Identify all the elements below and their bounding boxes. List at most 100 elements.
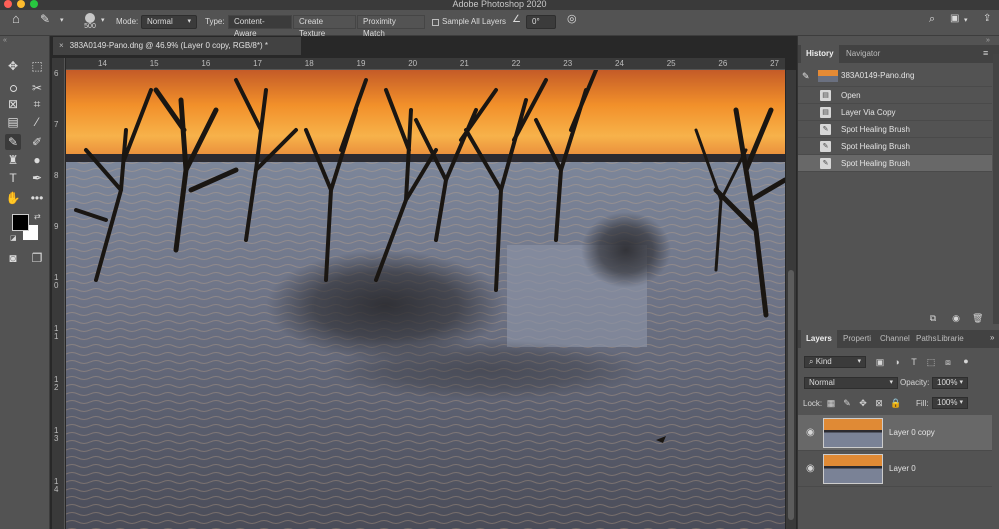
filter-pixel-icon[interactable]: ▣ xyxy=(875,357,885,367)
panel-menu-icon[interactable]: ≡ xyxy=(983,48,988,58)
mode-select[interactable]: Normal ▾ xyxy=(141,15,197,29)
canvas-image[interactable] xyxy=(66,70,785,529)
vertical-scrollbar-thumb[interactable] xyxy=(788,270,794,520)
layer-filter-select[interactable]: ⌕ Kind ▾ xyxy=(804,356,866,368)
filter-shape-icon[interactable]: ⬚ xyxy=(926,357,936,367)
ruler-tick-label: 1 0 xyxy=(54,273,59,290)
default-colors-icon[interactable]: ◪ xyxy=(10,234,17,242)
history-step-current[interactable]: ✎ Spot Healing Brush xyxy=(798,155,992,172)
lock-label: Lock: xyxy=(803,399,823,408)
type-tool-icon[interactable]: T xyxy=(5,170,21,186)
fill-input[interactable]: 100% ▾ xyxy=(932,397,968,409)
search-icon: ⌕ xyxy=(809,357,816,366)
pressure-icon[interactable]: ◎ xyxy=(567,14,577,25)
blend-mode-select[interactable]: Normal ▾ xyxy=(804,377,898,389)
history-step[interactable]: ▤ Layer Via Copy xyxy=(798,104,992,121)
angle-input[interactable]: 0° xyxy=(526,15,556,29)
panel-menu-icon[interactable]: » xyxy=(990,333,994,342)
lock-all-icon[interactable]: 🔒 xyxy=(890,398,901,408)
tab-navigator[interactable]: Navigator xyxy=(841,45,885,63)
title-bar: Adobe Photoshop 2020 xyxy=(0,0,999,10)
more-tools-icon[interactable]: ••• xyxy=(29,190,45,206)
brush-preset-picker[interactable]: 500 xyxy=(80,12,100,36)
angle-icon: ∠ xyxy=(512,14,521,25)
ruler-tick-label: 21 xyxy=(459,59,469,68)
chevron-down-icon[interactable]: ▾ xyxy=(964,16,968,26)
dodge-tool-icon[interactable]: ● xyxy=(29,152,45,168)
home-icon[interactable]: ⌂ xyxy=(12,12,20,25)
history-step[interactable]: ✎ Spot Healing Brush xyxy=(798,121,992,138)
crop-tool-icon[interactable]: ⌗ xyxy=(29,96,45,112)
filter-toggle-icon[interactable]: ● xyxy=(961,356,971,366)
filter-adjustment-icon[interactable]: ◑ xyxy=(892,357,902,367)
sample-all-layers-checkbox[interactable] xyxy=(432,19,439,26)
marquee-tool-icon[interactable]: ⬚ xyxy=(29,58,45,74)
mode-select-value: Normal xyxy=(147,17,173,26)
lasso-tool-icon[interactable]: ഠ xyxy=(5,80,21,96)
workspace-icon[interactable]: ▣ xyxy=(950,14,959,24)
tab-libraries[interactable]: Librarie xyxy=(932,330,969,348)
history-step[interactable]: ✎ Spot Healing Brush xyxy=(798,138,992,155)
create-texture-button[interactable]: Create Texture xyxy=(293,15,356,38)
history-step[interactable]: ▤ Open xyxy=(798,87,992,104)
layer-row[interactable]: ◉ Layer 0 xyxy=(798,451,992,487)
close-window-button[interactable] xyxy=(4,0,12,8)
eye-icon[interactable]: ◉ xyxy=(806,427,815,438)
eyedropper-tool-icon[interactable]: ⁄ xyxy=(29,114,45,130)
layer-row[interactable]: ◉ Layer 0 copy xyxy=(798,415,992,451)
new-document-from-state-icon[interactable]: ⧉ xyxy=(928,313,938,323)
spot-healing-brush-icon[interactable]: ✎ xyxy=(40,13,50,25)
tab-history[interactable]: History xyxy=(801,45,839,63)
snapshot-thumbnail xyxy=(818,70,838,82)
brush-source-icon[interactable]: ✎ xyxy=(802,68,810,85)
search-icon[interactable]: ⌕ xyxy=(929,14,935,25)
tab-channels[interactable]: Channel xyxy=(875,330,915,348)
ruler-tick-label: 1 1 xyxy=(54,324,59,341)
canvas-artwork xyxy=(66,70,785,529)
document-icon: ▤ xyxy=(820,107,831,118)
document-tab[interactable]: × 383A0149-Pano.dng @ 46.9% (Layer 0 copy… xyxy=(53,37,301,55)
content-aware-button[interactable]: Content-Aware xyxy=(228,15,292,38)
swap-colors-icon[interactable]: ⇄ xyxy=(34,212,41,221)
share-icon[interactable]: ⇪ xyxy=(983,14,991,24)
snapshot-label: 383A0149-Pano.dng xyxy=(841,71,915,80)
tab-layers[interactable]: Layers xyxy=(801,330,837,348)
chevron-down-icon: ▾ xyxy=(187,18,191,25)
collapse-icon[interactable]: » xyxy=(986,37,990,44)
quick-selection-tool-icon[interactable]: ✂ xyxy=(29,80,45,96)
history-snapshot[interactable]: ✎ 383A0149-Pano.dng xyxy=(798,67,992,87)
chevron-down-icon[interactable]: ▾ xyxy=(101,16,105,26)
opacity-input[interactable]: 100% ▾ xyxy=(932,377,968,389)
lock-pixels-icon[interactable]: ✎ xyxy=(842,398,852,408)
chevron-down-icon[interactable]: ▾ xyxy=(60,16,64,26)
brush-tool-icon[interactable]: ✐ xyxy=(29,134,45,150)
tab-properties[interactable]: Properti xyxy=(838,330,876,348)
pen-tool-icon[interactable]: ✒ xyxy=(29,170,45,186)
screen-mode-icon[interactable]: ❐ xyxy=(29,250,45,266)
panel-scrollbar[interactable] xyxy=(993,54,999,324)
trash-icon[interactable]: 🗑 xyxy=(972,313,983,323)
ruler-tick-label: 7 xyxy=(54,120,59,129)
move-tool-icon[interactable]: ✥ xyxy=(5,58,21,74)
close-tab-icon[interactable]: × xyxy=(59,41,64,50)
maximize-window-button[interactable] xyxy=(30,0,38,8)
lock-position-icon[interactable]: ✥ xyxy=(858,398,868,408)
history-step-label: Layer Via Copy xyxy=(841,108,896,117)
history-step-label: Spot Healing Brush xyxy=(841,125,910,134)
clone-stamp-tool-icon[interactable]: ♜ xyxy=(5,152,21,168)
spot-healing-brush-tool-icon[interactable]: ✎ xyxy=(5,134,21,150)
camera-icon[interactable]: ◉ xyxy=(951,313,961,323)
minimize-window-button[interactable] xyxy=(17,0,25,8)
frame-tool-icon[interactable]: ⊠ xyxy=(5,96,21,112)
hand-tool-icon[interactable]: ✋ xyxy=(5,190,21,206)
lock-transparency-icon[interactable]: ▦ xyxy=(826,398,836,408)
proximity-match-button[interactable]: Proximity Match xyxy=(357,15,425,38)
eye-icon[interactable]: ◉ xyxy=(806,463,815,474)
quick-mask-icon[interactable]: ◙ xyxy=(5,250,21,266)
gradient-tool-icon[interactable]: ▤ xyxy=(5,114,21,130)
filter-smart-object-icon[interactable]: ⧈ xyxy=(943,357,953,367)
filter-type-icon[interactable]: T xyxy=(909,357,919,367)
lock-artboard-icon[interactable]: ⊠ xyxy=(874,398,884,408)
collapse-icon[interactable]: « xyxy=(3,37,7,44)
ruler-tick-label: 20 xyxy=(408,59,418,68)
